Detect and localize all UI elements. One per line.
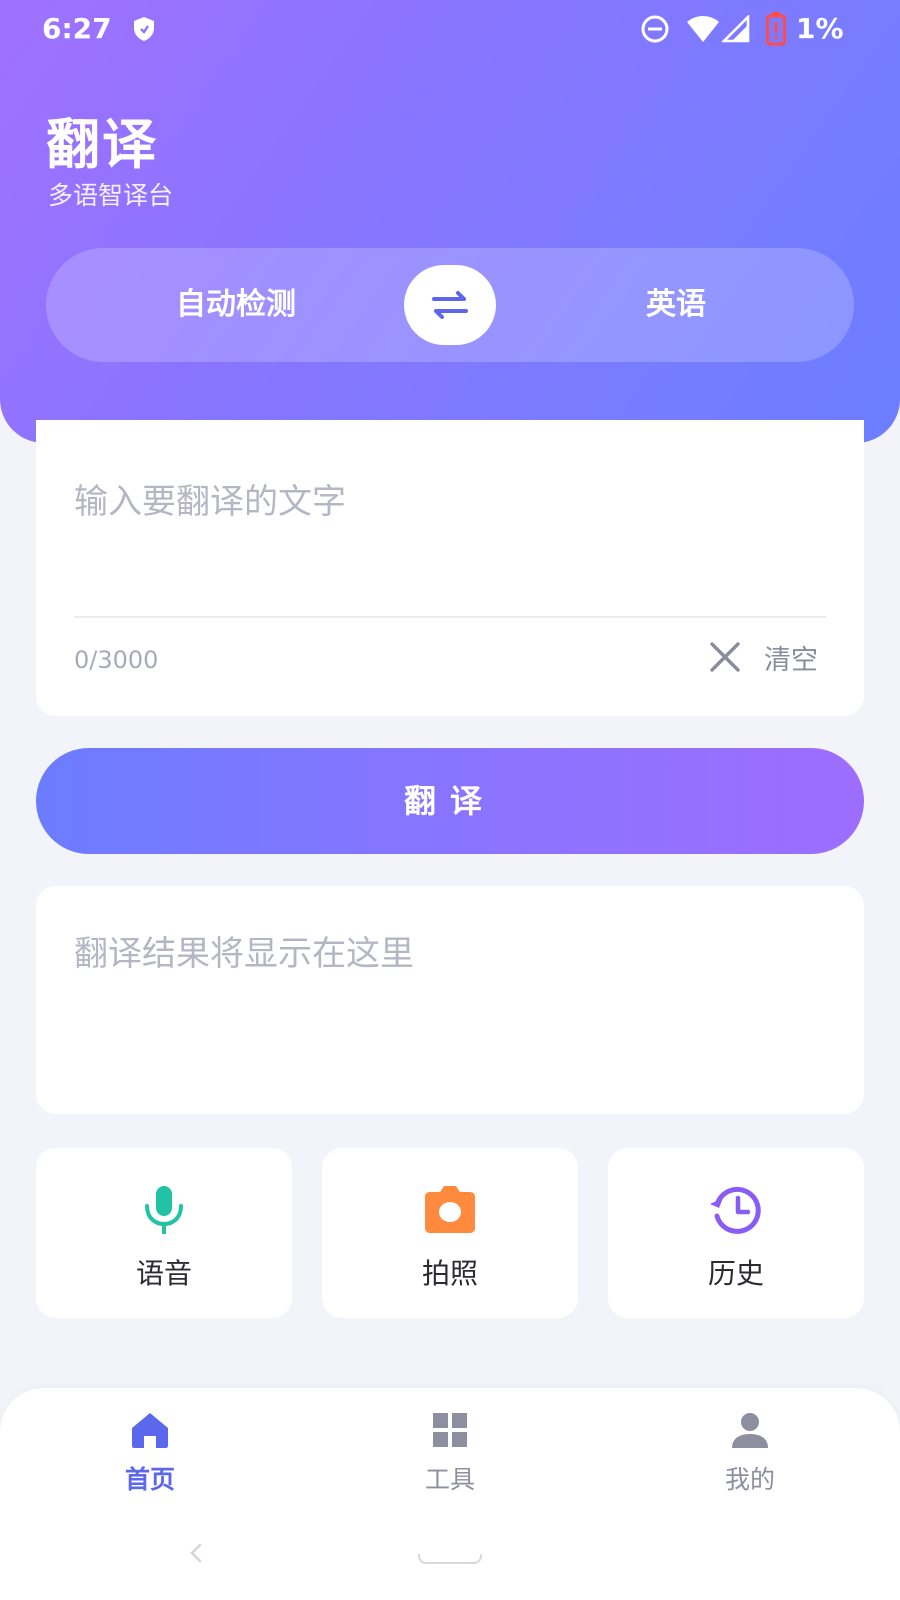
result-card: 翻译结果将显示在这里 xyxy=(36,886,864,1114)
nav-item-profile[interactable]: 我的 xyxy=(680,1410,820,1500)
grid-icon xyxy=(433,1413,467,1447)
nav-label-tools: 工具 xyxy=(424,1465,475,1494)
home-icon xyxy=(132,1413,168,1448)
nav-item-tools[interactable]: 工具 xyxy=(380,1410,520,1500)
battery-low-icon xyxy=(766,12,786,46)
battery-percent: 1% xyxy=(796,12,844,45)
history-tool-label: 历史 xyxy=(707,1257,764,1290)
voice-tool-label: 语音 xyxy=(135,1257,192,1290)
status-bar: 6:27 1% xyxy=(0,0,900,58)
user-icon xyxy=(732,1413,768,1448)
input-card: 输入要翻译的文字 0/3000 清空 xyxy=(36,420,864,716)
source-language-button[interactable]: 自动检测 xyxy=(46,248,426,362)
wifi-icon xyxy=(687,16,719,42)
swap-arrows-icon xyxy=(432,291,468,319)
system-back-icon[interactable] xyxy=(188,1542,204,1564)
language-selector: 自动检测 英语 xyxy=(46,248,854,362)
char-count: 0/3000 xyxy=(74,646,159,674)
clear-button[interactable]: 清空 xyxy=(708,634,818,680)
history-tool-button[interactable]: 历史 xyxy=(608,1148,864,1318)
status-time: 6:27 xyxy=(42,12,112,45)
result-placeholder: 翻译结果将显示在这里 xyxy=(74,934,414,974)
target-language-button[interactable]: 英语 xyxy=(526,248,826,362)
translate-button[interactable]: 翻译 xyxy=(36,748,864,854)
camera-tool-button[interactable]: 拍照 xyxy=(322,1148,578,1318)
signal-icon xyxy=(722,15,750,43)
system-home-handle[interactable] xyxy=(418,1554,482,1564)
history-icon xyxy=(710,1186,761,1234)
shield-icon xyxy=(134,17,154,41)
swap-languages-button[interactable] xyxy=(404,265,496,345)
bottom-nav: 首页 工具 我的 xyxy=(0,1388,900,1600)
microphone-icon xyxy=(145,1186,183,1234)
source-text-input[interactable]: 输入要翻译的文字 xyxy=(74,474,346,523)
voice-tool-button[interactable]: 语音 xyxy=(36,1148,292,1318)
dnd-icon xyxy=(641,15,669,43)
close-icon xyxy=(710,642,740,672)
camera-icon xyxy=(425,1186,475,1233)
header: 6:27 1% 翻译 多语智译台 自动检测 英语 xyxy=(0,0,900,443)
nav-label-home: 首页 xyxy=(124,1465,175,1494)
page-subtitle: 多语智译台 xyxy=(48,181,174,210)
nav-label-profile: 我的 xyxy=(724,1465,775,1494)
page-title: 翻译 xyxy=(46,113,158,176)
camera-tool-label: 拍照 xyxy=(421,1257,478,1290)
nav-item-home[interactable]: 首页 xyxy=(80,1410,220,1500)
divider xyxy=(74,616,826,618)
clear-label: 清空 xyxy=(764,644,818,676)
